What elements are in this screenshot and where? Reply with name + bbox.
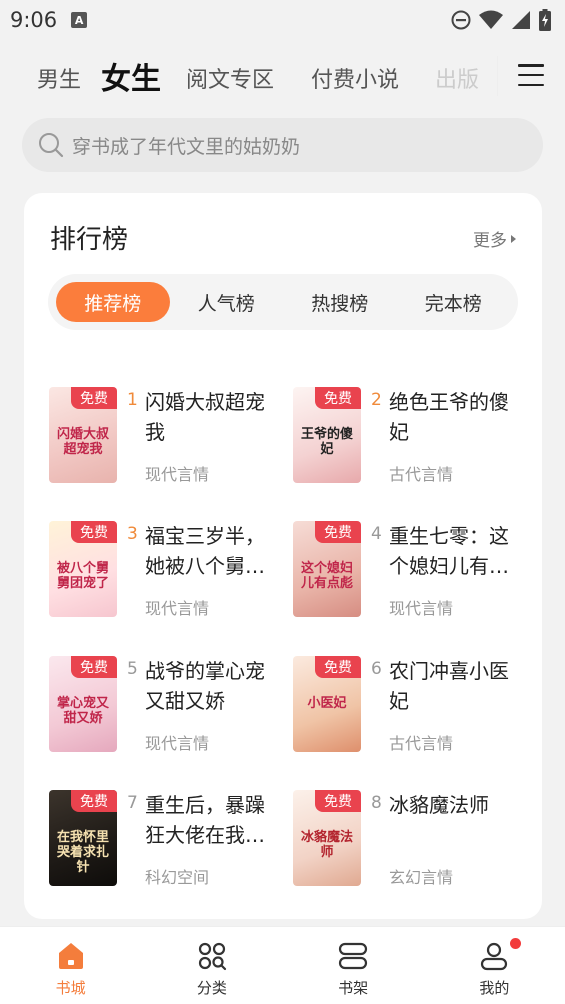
menu-icon[interactable]	[518, 64, 544, 86]
book-title: 重生后，暴躁狂大佬在我怀里哭着求扎针	[145, 793, 265, 847]
book-genre: 现代言情	[145, 599, 210, 618]
ranking-card: 排行榜 更多 推荐榜 人气榜 热搜榜 完本榜 闪婚大叔超宠我 免费 1 闪婚大叔…	[24, 193, 542, 919]
bookshelf-icon	[339, 942, 368, 970]
book-genre: 科幻空间	[145, 868, 210, 887]
search-placeholder: 穿书成了年代文里的姑奶奶	[72, 135, 301, 158]
book-genre: 古代言情	[389, 465, 454, 484]
book-genre: 古代言情	[389, 734, 454, 753]
book-genre: 现代言情	[145, 465, 210, 484]
rank-number: 7	[127, 793, 138, 813]
book-title: 农门冲喜小医妃	[389, 659, 509, 713]
rank-number: 1	[127, 390, 138, 410]
notification-icon: A	[71, 12, 88, 28]
nav-label: 书城	[55, 979, 86, 997]
tab-publishing[interactable]: 出版	[435, 62, 479, 94]
cover-title: 在我怀里哭着求扎针	[56, 830, 109, 875]
status-time: 9:06	[10, 8, 58, 32]
book-item[interactable]: 小医妃 免费 6 农门冲喜小医妃 古代言情	[293, 656, 533, 756]
book-cover[interactable]: 掌心宠又甜又娇 免费	[49, 656, 117, 752]
chevron-right-icon	[511, 234, 516, 243]
book-title: 福宝三岁半，她被八个舅舅团宠了	[145, 524, 265, 578]
category-icon	[198, 942, 226, 971]
tab-divider	[497, 56, 498, 96]
search-bar[interactable]: 穿书成了年代文里的姑奶奶	[22, 118, 543, 172]
book-item[interactable]: 被八个舅舅团宠了 免费 3 福宝三岁半，她被八个舅舅团宠了 现代言情	[49, 521, 289, 621]
book-cover[interactable]: 冰貉魔法师 免费	[293, 790, 361, 886]
book-item[interactable]: 王爷的傻妃 免费 2 绝色王爷的傻妃 古代言情	[293, 387, 533, 487]
tab-paid-novels[interactable]: 付费小说	[311, 62, 399, 94]
free-badge: 免费	[315, 790, 361, 812]
cover-title: 被八个舅舅团宠了	[56, 561, 109, 591]
free-badge: 免费	[71, 387, 117, 409]
tab-recommended[interactable]: 推荐榜	[56, 282, 170, 322]
book-item[interactable]: 在我怀里哭着求扎针 免费 7 重生后，暴躁狂大佬在我怀里哭着求扎针 科幻空间	[49, 790, 289, 890]
profile-icon	[481, 942, 508, 971]
free-badge: 免费	[71, 521, 117, 543]
status-icons	[451, 9, 551, 31]
free-badge: 免费	[315, 656, 361, 678]
book-title: 绝色王爷的傻妃	[389, 390, 509, 444]
cover-title: 这个媳妇儿有点彪	[300, 561, 353, 591]
cover-title: 闪婚大叔超宠我	[56, 427, 109, 457]
top-tab-bar: 男生 女生 阅文专区 付费小说 出版	[0, 48, 565, 104]
do-not-disturb-icon	[451, 10, 471, 30]
book-title: 重生七零：这个媳妇儿有点彪	[389, 524, 509, 578]
bottom-nav: 书城 分类 书架 我的	[0, 926, 565, 1004]
bookstore-icon	[58, 943, 83, 969]
cover-title: 王爷的傻妃	[300, 427, 353, 457]
nav-label: 书架	[338, 979, 369, 997]
ranking-tabs: 推荐榜 人气榜 热搜榜 完本榜	[48, 274, 518, 330]
nav-label: 分类	[196, 979, 227, 997]
book-genre: 现代言情	[389, 599, 454, 618]
rank-number: 4	[371, 524, 382, 544]
book-genre: 玄幻言情	[389, 868, 454, 887]
book-item[interactable]: 掌心宠又甜又娇 免费 5 战爷的掌心宠又甜又娇 现代言情	[49, 656, 289, 756]
signal-icon	[512, 11, 530, 29]
free-badge: 免费	[71, 790, 117, 812]
book-title: 闪婚大叔超宠我	[145, 390, 265, 444]
free-badge: 免费	[71, 656, 117, 678]
tab-popular[interactable]: 人气榜	[170, 282, 284, 322]
cover-title: 小医妃	[307, 696, 347, 711]
status-bar: 9:06 A	[0, 0, 565, 40]
nav-bookstore[interactable]: 书城	[0, 927, 141, 1004]
rank-number: 8	[371, 793, 382, 813]
ranking-title: 排行榜	[50, 225, 129, 255]
free-badge: 免费	[315, 521, 361, 543]
book-genre: 现代言情	[145, 734, 210, 753]
more-link[interactable]: 更多	[473, 226, 516, 251]
tab-completed[interactable]: 完本榜	[397, 282, 511, 322]
book-cover[interactable]: 小医妃 免费	[293, 656, 361, 752]
rank-number: 5	[127, 659, 138, 679]
book-title: 战爷的掌心宠又甜又娇	[145, 659, 265, 713]
nav-label: 我的	[479, 979, 510, 997]
book-item[interactable]: 冰貉魔法师 免费 8 冰貉魔法师 玄幻言情	[293, 790, 533, 890]
book-cover[interactable]: 在我怀里哭着求扎针 免费	[49, 790, 117, 886]
tab-female[interactable]: 女生	[101, 54, 161, 98]
free-badge: 免费	[315, 387, 361, 409]
book-title: 冰貉魔法师	[389, 793, 489, 817]
nav-profile[interactable]: 我的	[424, 927, 565, 1004]
cover-title: 掌心宠又甜又娇	[56, 696, 109, 726]
wifi-icon	[479, 10, 503, 29]
book-cover[interactable]: 这个媳妇儿有点彪 免费	[293, 521, 361, 617]
book-item[interactable]: 闪婚大叔超宠我 免费 1 闪婚大叔超宠我 现代言情	[49, 387, 289, 487]
tab-hot-search[interactable]: 热搜榜	[283, 282, 397, 322]
rank-number: 6	[371, 659, 382, 679]
book-item[interactable]: 这个媳妇儿有点彪 免费 4 重生七零：这个媳妇儿有点彪 现代言情	[293, 521, 533, 621]
tab-yuewen-zone[interactable]: 阅文专区	[186, 62, 274, 94]
battery-icon	[539, 9, 551, 31]
search-icon	[39, 133, 64, 158]
book-cover[interactable]: 王爷的傻妃 免费	[293, 387, 361, 483]
cover-title: 冰貉魔法师	[300, 830, 353, 860]
notification-dot	[509, 938, 521, 949]
more-label: 更多	[473, 231, 507, 251]
nav-category[interactable]: 分类	[141, 927, 282, 1004]
nav-bookshelf[interactable]: 书架	[283, 927, 424, 1004]
book-cover[interactable]: 被八个舅舅团宠了 免费	[49, 521, 117, 617]
book-cover[interactable]: 闪婚大叔超宠我 免费	[49, 387, 117, 483]
tab-male[interactable]: 男生	[37, 62, 81, 94]
rank-number: 2	[371, 390, 382, 410]
rank-number: 3	[127, 524, 138, 544]
